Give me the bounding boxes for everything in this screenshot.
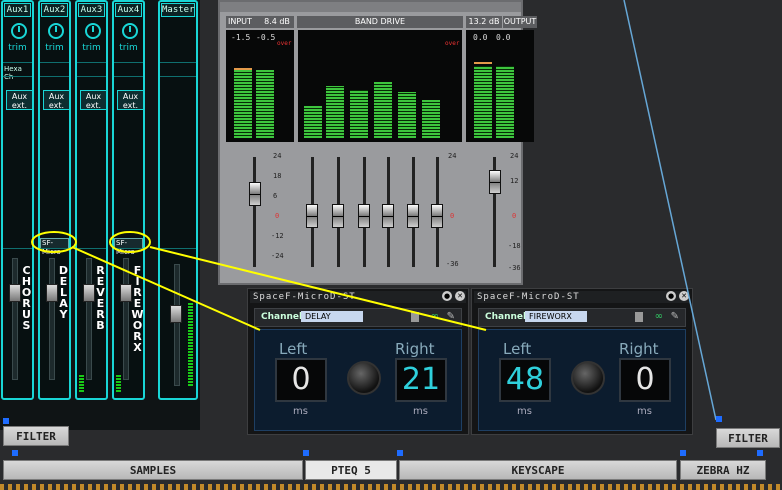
connector-port[interactable] bbox=[303, 450, 309, 456]
connector-port[interactable] bbox=[757, 450, 763, 456]
zebra-module[interactable]: ZEBRA HZ bbox=[680, 460, 766, 480]
samples-module[interactable]: SAMPLES bbox=[3, 460, 303, 480]
keyscape-module[interactable]: KEYSCAPE bbox=[399, 460, 677, 480]
highlight-circle bbox=[109, 231, 151, 253]
connector-port[interactable] bbox=[3, 418, 9, 424]
filter-module-right[interactable]: FILTER bbox=[716, 428, 780, 448]
highlight-circle bbox=[31, 231, 77, 253]
filter-module-left[interactable]: FILTER bbox=[3, 426, 69, 446]
annotation-overlay bbox=[31, 0, 717, 421]
cable-line bbox=[623, 0, 717, 421]
pteq-module[interactable]: PTEQ 5 bbox=[305, 460, 397, 480]
connector-port[interactable] bbox=[680, 450, 686, 456]
connector-line bbox=[71, 246, 261, 331]
connector-line bbox=[149, 246, 487, 331]
connector-port[interactable] bbox=[12, 450, 18, 456]
connector-port[interactable] bbox=[716, 416, 722, 422]
rack-rail bbox=[0, 484, 782, 490]
connector-port[interactable] bbox=[397, 450, 403, 456]
